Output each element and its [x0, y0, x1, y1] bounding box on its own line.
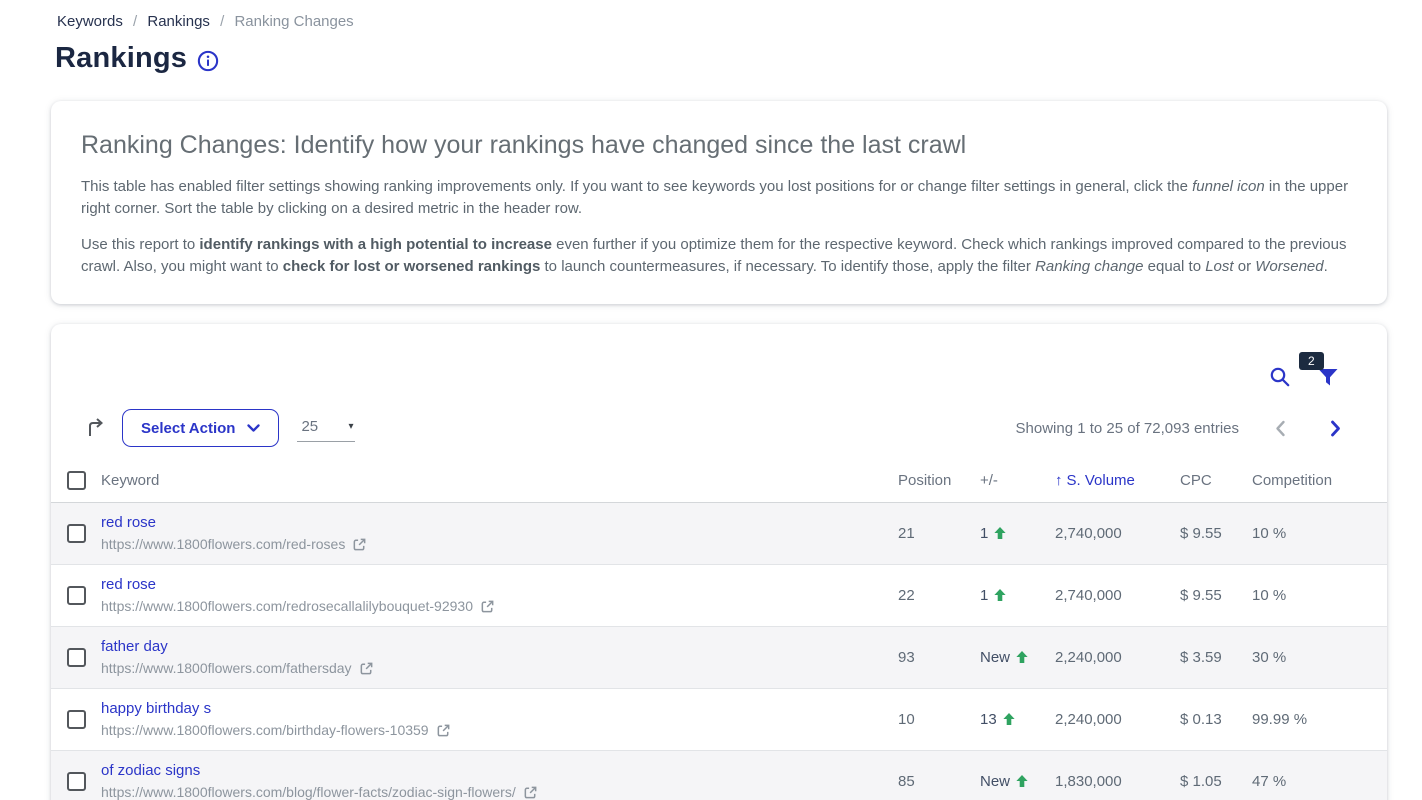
search-icon[interactable]: [1269, 366, 1291, 388]
competition-cell: 10 %: [1252, 564, 1387, 626]
header-change[interactable]: +/-: [980, 460, 1055, 502]
volume-cell: 2,740,000: [1055, 564, 1180, 626]
keyword-url: https://www.1800flowers.com/fathersday: [101, 660, 352, 676]
cpc-cell: $ 3.59: [1180, 626, 1252, 688]
external-link-icon[interactable]: [436, 723, 451, 738]
external-link-icon[interactable]: [480, 599, 495, 614]
competition-cell: 99.99 %: [1252, 688, 1387, 750]
sort-ascending-icon: ↑: [1055, 472, 1063, 489]
volume-cell: 2,740,000: [1055, 502, 1180, 564]
breadcrumb-keywords[interactable]: Keywords: [57, 13, 123, 30]
position-cell: 93: [898, 626, 980, 688]
external-link-icon[interactable]: [523, 785, 538, 800]
rankings-table: Keyword Position +/- ↑S. Volume CPC Comp…: [51, 460, 1387, 800]
description-paragraph-1: This table has enabled filter settings s…: [81, 176, 1357, 220]
keyword-url: https://www.1800flowers.com/red-roses: [101, 536, 345, 552]
arrow-up-green-icon: [993, 588, 1007, 602]
keyword-link[interactable]: red rose: [101, 576, 898, 593]
cpc-cell: $ 9.55: [1180, 502, 1252, 564]
select-action-label: Select Action: [141, 420, 235, 437]
breadcrumb-separator: /: [220, 13, 224, 30]
header-s-volume[interactable]: ↑S. Volume: [1055, 460, 1180, 502]
keyword-link[interactable]: red rose: [101, 514, 898, 531]
row-checkbox[interactable]: [67, 710, 86, 729]
position-cell: 10: [898, 688, 980, 750]
header-s-volume-label: S. Volume: [1067, 472, 1135, 489]
row-checkbox[interactable]: [67, 586, 86, 605]
description-paragraph-2: Use this report to identify rankings wit…: [81, 234, 1357, 278]
header-position[interactable]: Position: [898, 460, 980, 502]
filter-funnel-icon[interactable]: [1317, 368, 1339, 388]
header-keyword[interactable]: Keyword: [101, 460, 898, 502]
breadcrumb: Keywords / Rankings / Ranking Changes: [0, 0, 1422, 30]
table-row: red rose https://www.1800flowers.com/red…: [51, 502, 1387, 564]
arrow-up-green-icon: [993, 526, 1007, 540]
description-heading: Ranking Changes: Identify how your ranki…: [81, 131, 1357, 160]
pagination-next-icon[interactable]: [1326, 416, 1345, 441]
header-cpc[interactable]: CPC: [1180, 460, 1252, 502]
showing-entries-text: Showing 1 to 25 of 72,093 entries: [1016, 420, 1240, 437]
change-cell: New: [980, 773, 1055, 790]
keyword-link[interactable]: happy birthday s: [101, 700, 898, 717]
volume-cell: 2,240,000: [1055, 626, 1180, 688]
external-link-icon[interactable]: [359, 661, 374, 676]
page-size-select[interactable]: 25 ▾: [297, 414, 355, 442]
change-value: 1: [980, 525, 988, 542]
change-cell: New: [980, 649, 1055, 666]
row-checkbox[interactable]: [67, 524, 86, 543]
position-cell: 22: [898, 564, 980, 626]
change-cell: 1: [980, 525, 1055, 542]
change-value: 1: [980, 587, 988, 604]
select-all-checkbox[interactable]: [67, 471, 86, 490]
keyword-link[interactable]: of zodiac signs: [101, 762, 898, 779]
table-row: of zodiac signs https://www.1800flowers.…: [51, 750, 1387, 800]
filter-count-badge: 2: [1299, 352, 1324, 370]
position-cell: 21: [898, 502, 980, 564]
change-value: New: [980, 649, 1010, 666]
competition-cell: 47 %: [1252, 750, 1387, 800]
keyword-link[interactable]: father day: [101, 638, 898, 655]
select-action-button[interactable]: Select Action: [122, 409, 279, 447]
header-competition[interactable]: Competition: [1252, 460, 1387, 502]
table-row: red rose https://www.1800flowers.com/red…: [51, 564, 1387, 626]
cpc-cell: $ 9.55: [1180, 564, 1252, 626]
arrow-up-green-icon: [1015, 650, 1029, 664]
breadcrumb-rankings[interactable]: Rankings: [147, 13, 210, 30]
row-checkbox[interactable]: [67, 772, 86, 791]
description-card: Ranking Changes: Identify how your ranki…: [51, 101, 1387, 304]
change-value: 13: [980, 711, 997, 728]
chevron-down-icon: [247, 424, 260, 433]
cpc-cell: $ 0.13: [1180, 688, 1252, 750]
volume-cell: 2,240,000: [1055, 688, 1180, 750]
arrow-up-green-icon: [1015, 774, 1029, 788]
cpc-cell: $ 1.05: [1180, 750, 1252, 800]
caret-down-icon: ▾: [348, 421, 353, 432]
breadcrumb-current: Ranking Changes: [234, 13, 353, 30]
keyword-url: https://www.1800flowers.com/redrosecalla…: [101, 598, 473, 614]
competition-cell: 30 %: [1252, 626, 1387, 688]
arrow-up-green-icon: [1002, 712, 1016, 726]
change-value: New: [980, 773, 1010, 790]
external-link-icon[interactable]: [352, 537, 367, 552]
volume-cell: 1,830,000: [1055, 750, 1180, 800]
change-cell: 1: [980, 587, 1055, 604]
row-checkbox[interactable]: [67, 648, 86, 667]
breadcrumb-separator: /: [133, 13, 137, 30]
keyword-url: https://www.1800flowers.com/blog/flower-…: [101, 784, 516, 800]
bulk-action-arrow-icon: [84, 416, 108, 440]
info-icon[interactable]: [197, 50, 219, 72]
pagination-prev-icon[interactable]: [1271, 416, 1290, 441]
competition-cell: 10 %: [1252, 502, 1387, 564]
change-cell: 13: [980, 711, 1055, 728]
keyword-url: https://www.1800flowers.com/birthday-flo…: [101, 722, 429, 738]
page-title: Rankings: [55, 42, 187, 75]
position-cell: 85: [898, 750, 980, 800]
page-size-value: 25: [301, 418, 318, 435]
table-header-row: Keyword Position +/- ↑S. Volume CPC Comp…: [51, 460, 1387, 502]
ranking-table-card: 2 Select Action 25 ▾ Showing 1: [51, 324, 1387, 800]
table-row: happy birthday s https://www.1800flowers…: [51, 688, 1387, 750]
table-row: father day https://www.1800flowers.com/f…: [51, 626, 1387, 688]
